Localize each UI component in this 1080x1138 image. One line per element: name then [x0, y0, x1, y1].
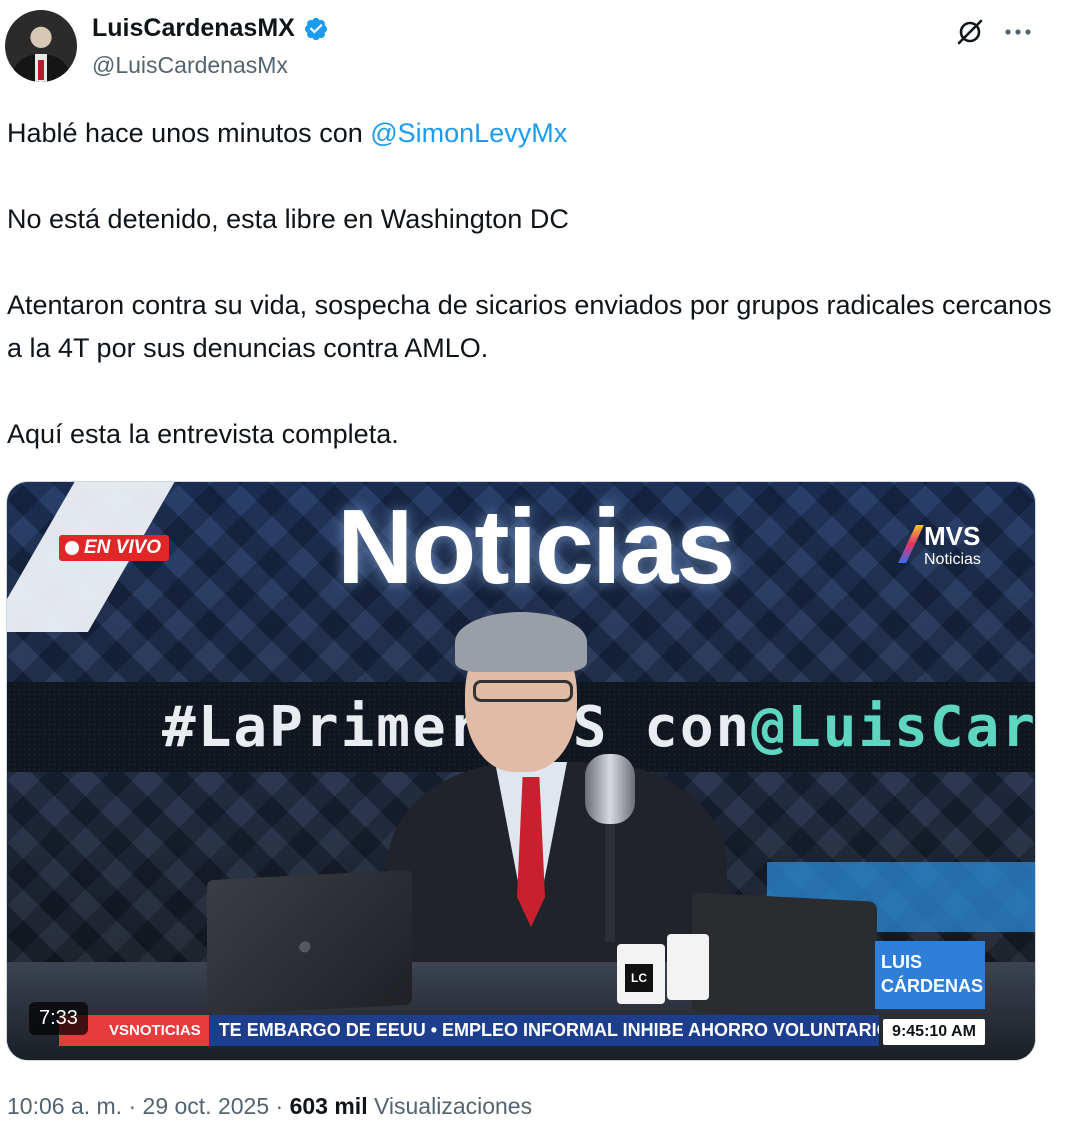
verified-badge-icon — [304, 17, 327, 40]
live-badge-label: EN VIVO — [84, 537, 162, 558]
meta-separator: · — [269, 1093, 290, 1119]
video-player[interactable]: Noticias MVS Noticias EN VIVO #LaPrimer M… — [6, 481, 1036, 1061]
tweet-line-1-text: Hablé hace unos minutos con — [7, 118, 371, 148]
news-ticker: VSNOTICIAS TE EMBARGO DE EEUU • EMPLEO I… — [59, 1015, 879, 1046]
laptop: ● — [207, 869, 412, 1016]
meta-separator: · — [122, 1093, 143, 1119]
mention-link[interactable]: @SimonLevyMx — [370, 118, 567, 148]
anchor-name-tag: LUIS CÁRDENAS — [875, 941, 985, 1009]
avatar[interactable] — [5, 10, 77, 82]
broadcast-clock: 9:45:10 AM — [883, 1019, 985, 1045]
ticker-text: TE EMBARGO DE EEUU • EMPLEO INFORMAL INH… — [218, 1020, 879, 1040]
tweet-meta: 10:06 a. m. · 29 oct. 2025 · 603 mil Vis… — [7, 1093, 532, 1120]
led-text-3: @LuisCar — [751, 694, 1036, 760]
microphone — [585, 754, 635, 824]
tablet — [692, 892, 877, 1022]
video-duration: 7:33 — [29, 1002, 88, 1035]
live-dot-icon — [65, 541, 79, 555]
more-button[interactable] — [1000, 14, 1036, 50]
tweet-date[interactable]: 29 oct. 2025 — [143, 1093, 270, 1119]
tweet-line-4: Aquí esta la entrevista completa. — [7, 419, 399, 449]
mug-logo: LC — [625, 964, 653, 992]
tweet-header: LuisCardenasMX @LuisCardenasMx — [0, 0, 1080, 95]
mvs-logo: MVS Noticias — [898, 517, 1035, 577]
views-count: 603 mil — [289, 1093, 368, 1119]
views-label: Visualizaciones — [367, 1093, 533, 1119]
tweet-line-3: Atentaron contra su vida, sospecha de si… — [7, 290, 1052, 363]
author-display-name[interactable]: LuisCardenasMX — [92, 14, 295, 43]
more-icon — [1005, 29, 1031, 35]
grok-icon — [957, 19, 983, 45]
apple-logo-icon: ● — [297, 929, 313, 961]
tweet-line-1: Hablé hace unos minutos con @SimonLevyMx — [7, 112, 1057, 155]
microphone-arm — [605, 822, 615, 942]
live-badge: EN VIVO — [59, 535, 170, 561]
mvs-logo-text: MVS — [924, 521, 981, 551]
mug — [667, 934, 709, 1000]
author-handle[interactable]: @LuisCardenasMx — [92, 52, 288, 79]
tweet-text: Hablé hace unos minutos con @SimonLevyMx… — [7, 112, 1057, 456]
grok-button[interactable] — [952, 14, 988, 50]
author-name-row: LuisCardenasMX — [92, 14, 329, 43]
tweet-time[interactable]: 10:06 a. m. — [7, 1093, 122, 1119]
mvs-logo-subtext: Noticias — [924, 551, 981, 568]
tweet-line-2: No está detenido, esta libre en Washingt… — [7, 204, 569, 234]
noticias-sign: Noticias — [337, 488, 735, 606]
mug: LC — [617, 944, 665, 1004]
